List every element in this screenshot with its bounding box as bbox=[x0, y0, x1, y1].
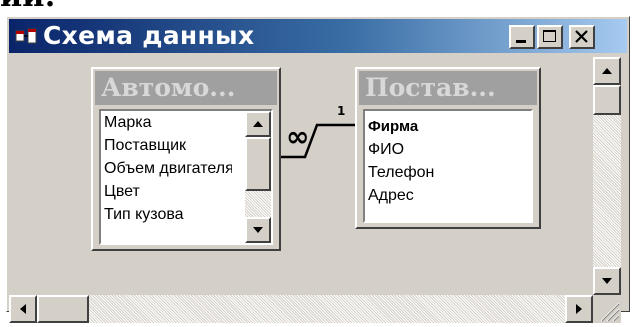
field-telefon[interactable]: Телефон bbox=[365, 161, 531, 184]
field-obem-dvigatelya[interactable]: Объем двигателя bbox=[101, 157, 232, 180]
window-title: Схема данных bbox=[43, 21, 255, 50]
one-side-label: 1 bbox=[337, 104, 346, 118]
close-icon bbox=[575, 30, 588, 43]
resize-grip-icon bbox=[600, 302, 620, 322]
arrow-up-icon bbox=[253, 121, 263, 127]
field-list[interactable]: Марка Поставщик Объем двигателя Цвет Тип… bbox=[99, 109, 273, 245]
field-tsvet[interactable]: Цвет bbox=[101, 180, 232, 203]
minimize-button[interactable] bbox=[509, 25, 535, 49]
window-scroll-down-button[interactable] bbox=[593, 267, 621, 295]
table-title[interactable]: Автомо... bbox=[95, 71, 277, 105]
table-avtomobili[interactable]: Автомо... Марка Поставщик Объем двигател… bbox=[91, 67, 281, 251]
maximize-button[interactable] bbox=[537, 25, 563, 49]
close-button[interactable] bbox=[569, 25, 595, 49]
window-titlebar[interactable]: Схема данных bbox=[9, 19, 627, 53]
field-postavshchik[interactable]: Поставщик bbox=[101, 134, 232, 157]
arrow-up-icon bbox=[602, 68, 612, 74]
field-adres[interactable]: Адрес bbox=[365, 184, 531, 207]
minimize-icon bbox=[516, 40, 526, 43]
resize-grip[interactable] bbox=[593, 295, 621, 323]
table-title[interactable]: Постав... bbox=[359, 71, 537, 105]
schema-canvas[interactable]: Автомо... Марка Поставщик Объем двигател… bbox=[9, 55, 591, 289]
window-hscroll-thumb[interactable] bbox=[37, 295, 89, 323]
scroll-thumb[interactable] bbox=[245, 137, 271, 191]
arrow-down-icon bbox=[602, 278, 612, 284]
arrow-left-icon bbox=[20, 304, 26, 314]
window-scroll-left-button[interactable] bbox=[9, 295, 37, 323]
window-scroll-right-button[interactable] bbox=[565, 295, 593, 323]
cropped-heading-fragment: ии: bbox=[0, 0, 56, 12]
window-scroll-thumb[interactable] bbox=[593, 85, 621, 115]
field-fio[interactable]: ФИО bbox=[365, 138, 531, 161]
field-list[interactable]: Фирма ФИО Телефон Адрес bbox=[363, 109, 533, 223]
window-scroll-up-button[interactable] bbox=[593, 57, 621, 85]
field-marka[interactable]: Марка bbox=[101, 111, 232, 134]
window-client-area: Автомо... Марка Поставщик Объем двигател… bbox=[9, 55, 627, 323]
arrow-right-icon bbox=[576, 304, 582, 314]
relationships-app-icon bbox=[15, 28, 37, 44]
relationships-window: Схема данных Автомо... Марка Поставщик О… bbox=[6, 16, 630, 323]
window-horizontal-scrollbar[interactable] bbox=[9, 295, 593, 323]
many-side-label: ∞ bbox=[286, 120, 310, 153]
scroll-down-button[interactable] bbox=[245, 217, 271, 243]
arrow-down-icon bbox=[253, 227, 263, 233]
field-list-scrollbar[interactable] bbox=[245, 111, 271, 243]
maximize-icon bbox=[543, 30, 556, 42]
table-postavshchiki[interactable]: Постав... Фирма ФИО Телефон Адрес bbox=[355, 67, 541, 229]
scroll-up-button[interactable] bbox=[245, 111, 271, 137]
field-tip-kuzova[interactable]: Тип кузова bbox=[101, 203, 232, 226]
field-firma-key[interactable]: Фирма bbox=[365, 115, 531, 138]
window-vertical-scrollbar[interactable] bbox=[593, 57, 621, 295]
